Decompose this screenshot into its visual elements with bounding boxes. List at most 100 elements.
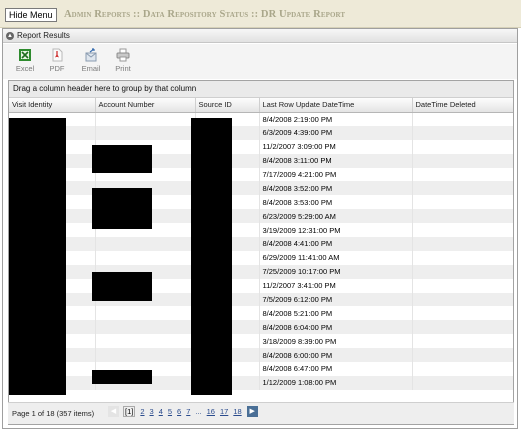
datetime-deleted-cell — [412, 279, 513, 293]
datetime-deleted-cell — [412, 320, 513, 335]
datetime-deleted-cell — [412, 237, 513, 251]
redacted-account-number — [92, 145, 152, 173]
table-row[interactable]: 11/2/2007 3:09:00 PM — [9, 139, 513, 154]
last-row-update-cell: 8/4/2008 6:47:00 PM — [259, 362, 413, 376]
datetime-deleted-cell — [412, 292, 513, 307]
pdf-button[interactable]: PDF — [43, 48, 71, 73]
table-row[interactable]: 8/4/2008 2:19:00 PM — [9, 112, 513, 126]
account-number-cell — [95, 125, 196, 140]
datetime-deleted-cell — [412, 153, 513, 168]
account-number-cell — [95, 334, 196, 349]
table-row[interactable]: 6/23/2009 5:29:00 AM — [9, 209, 513, 224]
email-label: Email — [81, 64, 101, 73]
report-table: Visit Identity Account Number Source ID … — [9, 98, 513, 390]
last-row-update-cell: 7/25/2009 10:17:00 PM — [259, 264, 413, 279]
table-row[interactable]: 3/18/2009 8:39:00 PM — [9, 334, 513, 349]
last-row-update-cell: 8/4/2008 2:19:00 PM — [259, 112, 413, 126]
table-row[interactable]: 8/4/2008 3:11:00 PM — [9, 153, 513, 168]
last-row-update-cell: 6/3/2009 4:39:00 PM — [259, 125, 413, 140]
page-link[interactable]: 4 — [159, 407, 163, 416]
table-row[interactable]: 8/4/2008 3:53:00 PM — [9, 195, 513, 210]
page-ellipsis[interactable]: ... — [195, 407, 201, 416]
column-header-visit-identity[interactable]: Visit Identity — [9, 98, 96, 113]
datetime-deleted-cell — [412, 362, 513, 376]
page-info: Page 1 of 18 (357 items) — [12, 409, 95, 418]
table-row[interactable]: 8/4/2008 6:04:00 PM — [9, 320, 513, 335]
column-header-account-number[interactable]: Account Number — [95, 98, 196, 113]
last-row-update-cell: 6/29/2009 11:41:00 AM — [259, 250, 413, 265]
table-row[interactable]: 7/5/2009 6:12:00 PM — [9, 292, 513, 307]
last-row-update-cell: 11/2/2007 3:41:00 PM — [259, 278, 413, 293]
datetime-deleted-cell — [412, 112, 513, 126]
collapse-icon[interactable]: ▲ — [6, 32, 14, 40]
datetime-deleted-cell — [412, 251, 513, 265]
page-link[interactable]: 17 — [220, 407, 228, 416]
redacted-account-number — [92, 188, 152, 229]
redacted-account-number — [92, 370, 152, 384]
breadcrumb: Admin Reports :: Data Repository Status … — [64, 9, 346, 20]
page-link[interactable]: 5 — [168, 407, 172, 416]
email-icon — [85, 48, 97, 62]
account-number-cell — [95, 320, 196, 335]
panel-title: Report Results — [17, 31, 70, 40]
page-link[interactable]: 3 — [150, 407, 154, 416]
last-row-update-cell: 8/4/2008 3:53:00 PM — [259, 195, 413, 210]
datetime-deleted-cell — [412, 140, 513, 154]
table-row[interactable]: 8/4/2008 5:21:00 PM — [9, 306, 513, 321]
table-row[interactable]: 8/4/2008 6:47:00 PM — [9, 362, 513, 376]
table-row[interactable]: 6/29/2009 11:41:00 AM — [9, 250, 513, 265]
group-by-panel[interactable]: Drag a column header here to group by th… — [9, 81, 513, 98]
page-link[interactable]: [1] — [123, 406, 136, 417]
datetime-deleted-cell — [412, 168, 513, 182]
last-row-update-cell: 11/2/2007 3:09:00 PM — [259, 139, 413, 154]
table-body: 8/4/2008 2:19:00 PM 6/3/2009 4:39:00 PM 11… — [9, 112, 513, 390]
excel-button[interactable]: Excel — [11, 48, 39, 73]
datetime-deleted-cell — [412, 375, 513, 390]
account-number-cell — [95, 237, 196, 251]
chevron-left-icon[interactable]: ◀ — [108, 406, 119, 417]
last-row-update-cell: 3/18/2009 8:39:00 PM — [259, 334, 413, 349]
email-button[interactable]: Email — [77, 48, 105, 73]
page-links: ◀ [1] 2 3 4 5 6 7... 16 17 18 ▶ — [108, 406, 262, 420]
page-link[interactable]: 16 — [207, 407, 215, 416]
chevron-right-icon[interactable]: ▶ — [246, 406, 258, 417]
last-row-update-cell: 8/4/2008 5:21:00 PM — [259, 306, 413, 321]
table-row[interactable]: 7/25/2009 10:17:00 PM — [9, 264, 513, 279]
column-header-source-id[interactable]: Source ID — [195, 98, 260, 113]
print-button[interactable]: Print — [109, 48, 137, 73]
table-row[interactable]: 6/3/2009 4:39:00 PM — [9, 125, 513, 140]
page-link[interactable]: 7 — [186, 407, 190, 416]
page-link[interactable]: 18 — [233, 407, 241, 416]
pager: Page 1 of 18 (357 items) ◀ [1] 2 3 4 5 6 7... 16… — [8, 402, 514, 424]
account-number-cell — [95, 250, 196, 265]
pdf-label: PDF — [49, 64, 65, 73]
pdf-icon — [52, 48, 63, 62]
last-row-update-cell: 8/4/2008 4:41:00 PM — [259, 237, 413, 251]
table-row[interactable]: 3/19/2009 12:31:00 PM — [9, 223, 513, 238]
hide-menu-button[interactable]: Hide Menu — [5, 8, 57, 22]
excel-label: Excel — [15, 64, 35, 73]
table-row[interactable]: 8/4/2008 3:52:00 PM — [9, 181, 513, 196]
datetime-deleted-cell — [412, 334, 513, 348]
table-row[interactable]: 8/4/2008 4:41:00 PM — [9, 237, 513, 251]
last-row-update-cell: 8/4/2008 3:52:00 PM — [259, 181, 413, 196]
last-row-update-cell: 8/4/2008 6:00:00 PM — [259, 348, 413, 363]
table-row[interactable]: 11/2/2007 3:41:00 PM — [9, 278, 513, 293]
page-link[interactable]: 6 — [177, 407, 181, 416]
table-row[interactable]: 8/4/2008 6:00:00 PM — [9, 348, 513, 363]
table-row[interactable]: 7/17/2009 4:21:00 PM — [9, 167, 513, 182]
account-number-cell — [95, 348, 196, 363]
redacted-source-id — [191, 118, 232, 395]
account-number-cell — [95, 306, 196, 321]
column-header-datetime-deleted[interactable]: DateTime Deleted — [412, 98, 513, 113]
last-row-update-cell: 8/4/2008 6:04:00 PM — [259, 320, 413, 335]
datetime-deleted-cell — [412, 125, 513, 140]
top-bar: Hide Menu Admin Reports :: Data Reposito… — [0, 0, 521, 28]
panel-header[interactable]: ▲ Report Results — [3, 29, 517, 43]
excel-icon — [19, 49, 31, 61]
column-header-last-row-update[interactable]: Last Row Update DateTime — [259, 98, 413, 113]
last-row-update-cell: 8/4/2008 3:11:00 PM — [259, 153, 413, 168]
table-row[interactable]: 1/12/2009 1:08:00 PM — [9, 375, 513, 390]
page-link[interactable]: 2 — [140, 407, 144, 416]
datetime-deleted-cell — [412, 209, 513, 224]
